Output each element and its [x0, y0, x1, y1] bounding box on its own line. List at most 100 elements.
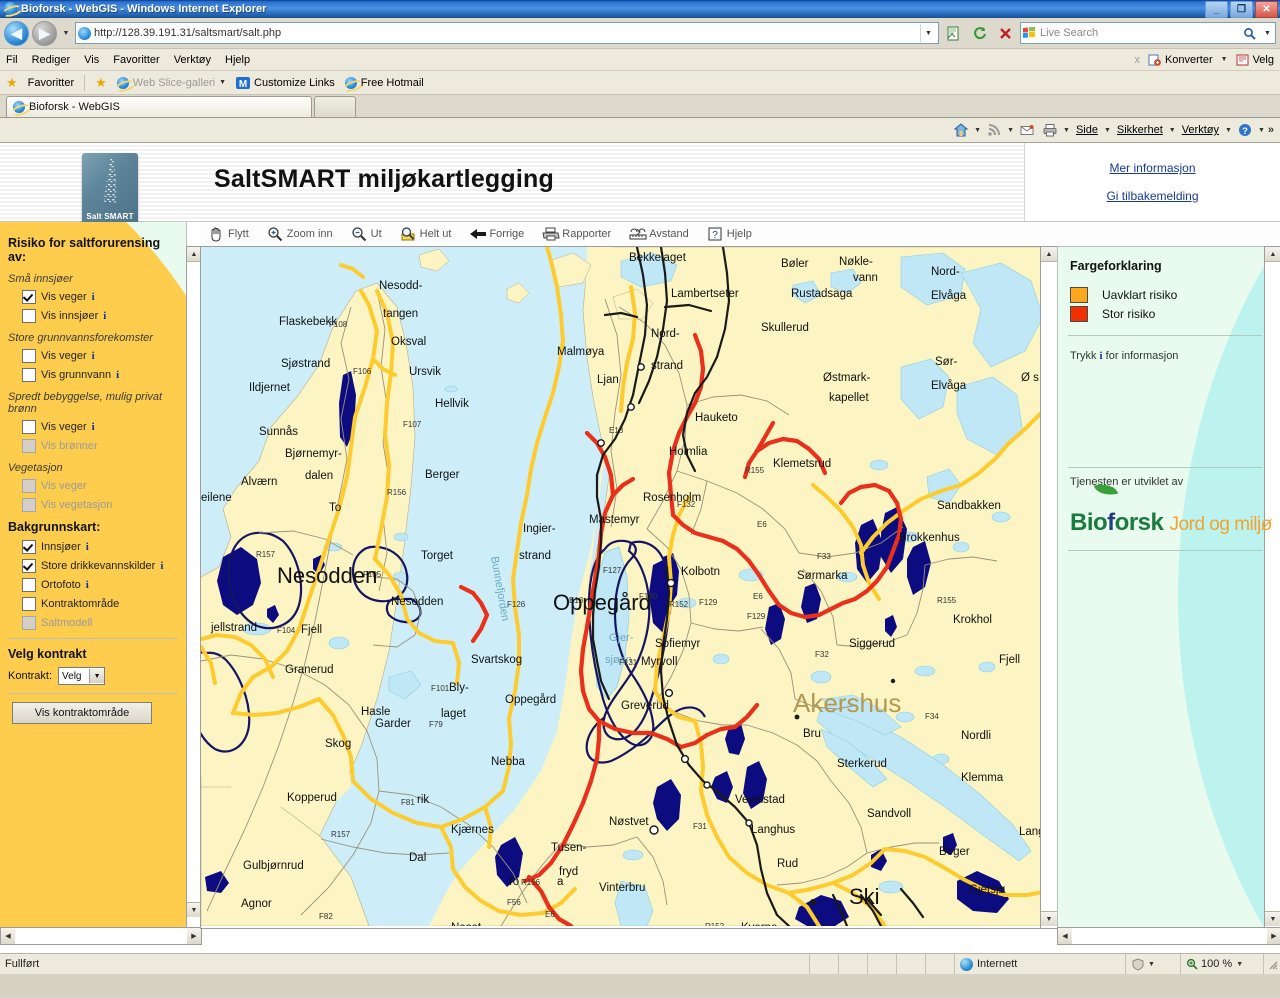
chevron-down-icon[interactable]: ▼ [1236, 961, 1243, 968]
menu-item-favoritter[interactable]: Favoritter [113, 54, 159, 66]
checkbox-vis-veger-1[interactable] [22, 290, 36, 304]
konverter-button[interactable]: Konverter [1148, 53, 1213, 67]
home-caret-icon[interactable]: ▼ [974, 127, 981, 134]
scroll-track[interactable] [1072, 928, 1267, 944]
menu-item-hjelp[interactable]: Hjelp [225, 54, 250, 66]
checkbox-row-vis-innsjoer[interactable]: Vis innsjøer i [22, 309, 178, 323]
chevron-down-icon[interactable]: ▼ [89, 669, 105, 683]
checkbox-kontraktomrade[interactable] [22, 597, 36, 611]
checkbox-row-innsjoer[interactable]: Innsjøer i [22, 540, 178, 554]
checkbox-ortofoto[interactable] [22, 578, 36, 592]
scroll-up-button[interactable]: ▲ [1041, 247, 1057, 262]
tool-avstand[interactable]: Avstand [629, 226, 689, 242]
home-button[interactable] [951, 122, 971, 138]
cmd-sikkerhet[interactable]: Sikkerhet [1114, 123, 1166, 137]
contract-select[interactable]: Velg ▼ [58, 667, 106, 685]
minimize-button[interactable]: _ [1205, 1, 1228, 18]
map-vscrollbar[interactable]: ▲ ▼ [1040, 246, 1058, 929]
print-caret-icon[interactable]: ▼ [1063, 127, 1070, 134]
help-caret-icon[interactable]: ▼ [1258, 127, 1265, 134]
restore-button[interactable]: ❐ [1230, 1, 1253, 18]
url-dropdown-icon[interactable]: ▼ [920, 24, 936, 42]
search-provider-dropdown-icon[interactable]: ▼ [1262, 30, 1273, 37]
tool-helt-ut[interactable]: Helt ut [400, 226, 451, 242]
url-text[interactable]: http://128.39.191.31/saltsmart/salt.php [94, 27, 917, 39]
menu-item-rediger[interactable]: Rediger [32, 54, 71, 66]
checkbox-row-store-drikkevannskilder[interactable]: Store drikkevannskilder i [22, 559, 178, 573]
security-zone[interactable]: Internett [955, 954, 1126, 974]
checkbox-innsjoer[interactable] [22, 540, 36, 554]
favorites-star-icon[interactable]: ★ [6, 76, 18, 89]
info-icon[interactable]: i [92, 350, 95, 362]
tool-rapporter[interactable]: Rapporter [542, 226, 611, 242]
scroll-right-button[interactable]: ▶ [187, 928, 201, 944]
history-dropdown-icon[interactable]: ▼ [60, 30, 72, 37]
search-icon[interactable] [1240, 27, 1258, 40]
cmd-verktoy[interactable]: Verktøy [1179, 123, 1222, 137]
search-input[interactable]: Live Search [1040, 27, 1236, 39]
favorites-label[interactable]: Favoritter [28, 77, 74, 89]
scroll-down-button[interactable]: ▼ [1265, 911, 1280, 926]
scroll-track[interactable] [1041, 262, 1057, 911]
checkbox-row-vis-veger-2[interactable]: Vis veger i [22, 349, 178, 363]
free-hotmail-item[interactable]: Free Hotmail [344, 76, 424, 89]
info-icon[interactable]: i [92, 421, 95, 433]
feeds-caret-icon[interactable]: ▼ [1007, 127, 1014, 134]
info-icon[interactable]: i [92, 291, 95, 303]
map-canvas[interactable]: .lbl{font-family:"Liberation Sans",sans-… [201, 247, 1055, 926]
forward-button[interactable]: ▶ [32, 20, 57, 46]
velg-button[interactable]: Velg [1236, 53, 1274, 67]
scroll-track[interactable] [187, 262, 201, 902]
side-caret-icon[interactable]: ▼ [1104, 127, 1111, 134]
sidebar-hscrollbar[interactable]: ◀ ▶ [0, 927, 202, 945]
mail-button[interactable] [1017, 122, 1037, 138]
verktoy-caret-icon[interactable]: ▼ [1225, 127, 1232, 134]
checkbox-vis-innsjoer[interactable] [22, 309, 36, 323]
back-button[interactable]: ◀ [4, 20, 29, 46]
checkbox-vis-veger-2[interactable] [22, 349, 36, 363]
help-button[interactable]: ? [1235, 122, 1255, 138]
chevron-down-icon[interactable]: ▼ [219, 79, 226, 86]
link-mer-informasjon[interactable]: Mer informasjon [1109, 161, 1195, 175]
tool-zoom-inn[interactable]: Zoom inn [267, 226, 333, 242]
checkbox-vis-grunnvann[interactable] [22, 368, 36, 382]
vis-kontraktomrade-button[interactable]: Vis kontraktområde [12, 702, 152, 724]
close-button[interactable]: ✕ [1255, 1, 1278, 18]
customize-links-item[interactable]: M Customize Links [236, 76, 335, 90]
info-icon[interactable]: i [86, 579, 89, 591]
sikkerhet-caret-icon[interactable]: ▼ [1169, 127, 1176, 134]
scroll-right-button[interactable]: ▶ [1267, 928, 1280, 944]
checkbox-row-kontraktomrade[interactable]: Kontraktområde [22, 597, 178, 611]
checkbox-row-vis-grunnvann[interactable]: Vis grunnvann i [22, 368, 178, 382]
info-icon[interactable]: i [86, 541, 89, 553]
refresh-icon[interactable] [968, 22, 991, 45]
scroll-left-button[interactable]: ◀ [1, 928, 15, 944]
menu-item-vis[interactable]: Vis [84, 54, 99, 66]
print-button[interactable] [1040, 122, 1060, 138]
chevron-down-icon[interactable]: ▼ [1148, 961, 1155, 968]
konverter-caret-icon[interactable]: ▼ [1221, 56, 1228, 63]
info-icon[interactable]: i [116, 369, 119, 381]
zoom-control[interactable]: 100 % ▼ [1181, 954, 1264, 974]
feeds-button[interactable] [984, 122, 1004, 138]
tool-forrige[interactable]: Forrige [469, 226, 524, 242]
web-slice-gallery-item[interactable]: Web Slice-galleri ▼ [116, 76, 226, 89]
scroll-down-button[interactable]: ▼ [187, 902, 201, 917]
overflow-button[interactable]: » [1268, 124, 1274, 136]
tool-flytt[interactable]: Flytt [208, 226, 249, 242]
info-icon[interactable]: i [103, 310, 106, 322]
scroll-up-button[interactable]: ▲ [187, 247, 201, 262]
url-bar[interactable]: http://128.39.191.31/saltsmart/salt.php … [75, 22, 939, 44]
resize-grip[interactable] [1264, 958, 1280, 970]
tool-hjelp[interactable]: ? Hjelp [707, 226, 752, 242]
checkbox-store-drikkevannskilder[interactable] [22, 559, 36, 573]
checkbox-row-vis-veger-1[interactable]: Vis veger i [22, 290, 178, 304]
menu-item-verktoy[interactable]: Verktøy [174, 54, 211, 66]
protected-mode-indicator[interactable]: ▼ [1126, 954, 1181, 974]
scroll-left-button[interactable]: ◀ [1058, 928, 1072, 944]
link-gi-tilbakemelding[interactable]: Gi tilbakemelding [1106, 189, 1198, 203]
menu-item-fil[interactable]: Fil [6, 54, 18, 66]
search-box[interactable]: Live Search ▼ [1020, 22, 1276, 44]
close-addon-icon[interactable]: x [1134, 54, 1140, 66]
cmd-side[interactable]: Side [1073, 123, 1101, 137]
